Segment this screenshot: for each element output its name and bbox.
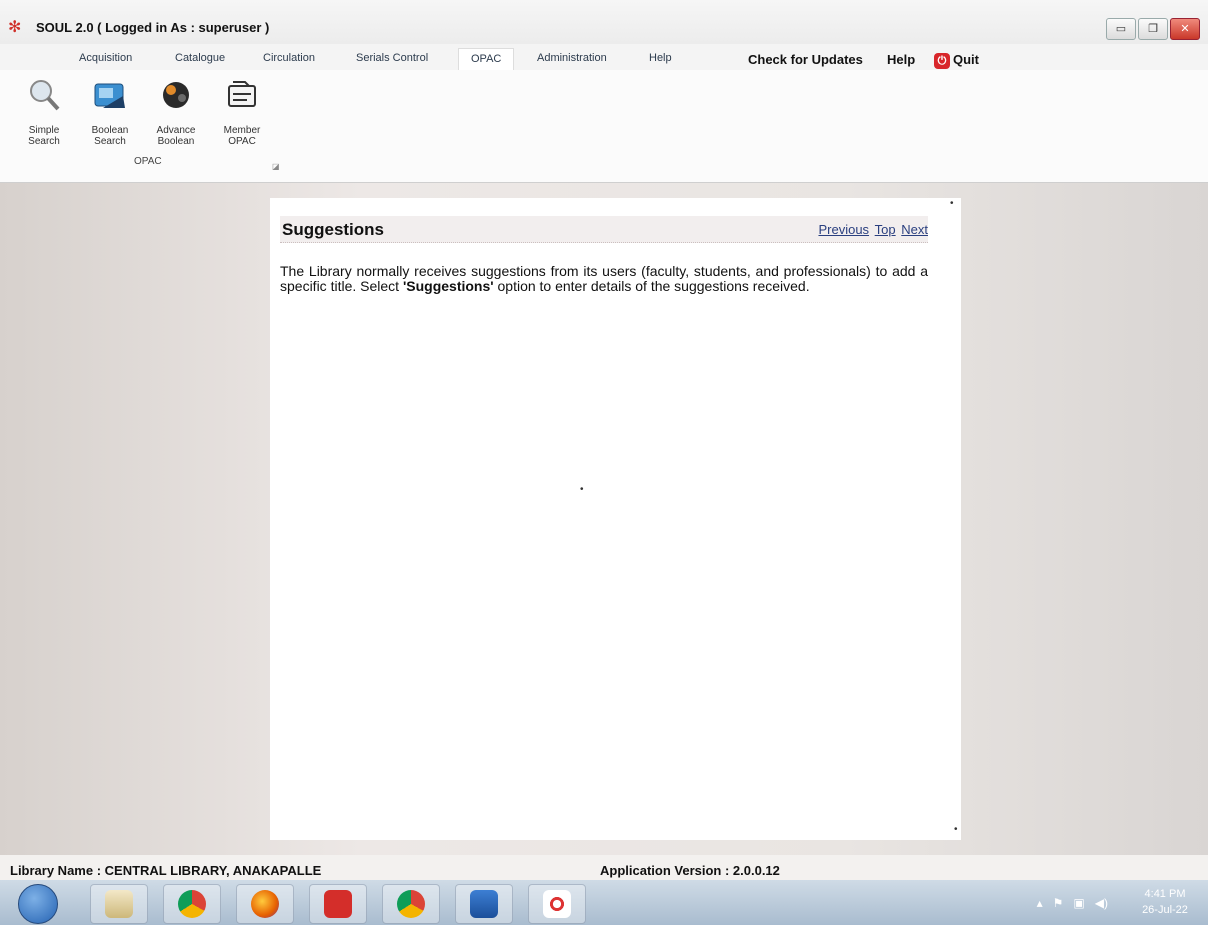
quit-label: Quit: [953, 52, 979, 67]
taskbar: ▴ ⚑ ▣ ◀) 4:41 PM 26-Jul-22: [0, 880, 1208, 925]
ribbon: Simple Search Boolean Search Advance Boo…: [0, 70, 1208, 183]
taskbar-app-word[interactable]: [455, 884, 513, 924]
ribbon-group-label: OPAC: [134, 156, 162, 167]
start-button[interactable]: [18, 884, 58, 924]
advance-boolean-label: Advance Boolean: [156, 125, 196, 147]
clock-time: 4:41 PM: [1144, 888, 1186, 900]
soul-app-icon: [543, 890, 571, 918]
application-version: Application Version : 2.0.0.12: [600, 863, 780, 878]
boolean-search-button[interactable]: Boolean Search: [86, 78, 134, 147]
clock-date: 26-Jul-22: [1142, 904, 1188, 916]
magnifier-icon: [30, 80, 60, 111]
tab-help[interactable]: Help: [649, 52, 672, 64]
member-opac-button[interactable]: Member OPAC: [218, 78, 266, 147]
taskbar-app-chrome-2[interactable]: [382, 884, 440, 924]
clock[interactable]: 4:41 PM 26-Jul-22: [1130, 886, 1200, 918]
taskbar-app-pdf[interactable]: [309, 884, 367, 924]
resize-dot: •: [950, 198, 954, 209]
previous-link[interactable]: Previous: [818, 222, 869, 237]
word-icon: [470, 890, 498, 918]
tab-catalogue[interactable]: Catalogue: [175, 52, 225, 64]
window-controls: ▭ ❐ ✕: [1106, 18, 1200, 40]
next-link[interactable]: Next: [901, 222, 928, 237]
member-opac-icon: [228, 81, 256, 107]
soul-app-icon: ✻: [8, 19, 22, 36]
page-title: Suggestions: [282, 220, 385, 239]
resize-dot: •: [954, 824, 958, 835]
close-icon[interactable]: ✕: [1170, 18, 1200, 40]
volume-icon[interactable]: ◀): [1095, 896, 1108, 910]
boolean-search-icon: [94, 83, 125, 108]
check-updates-button[interactable]: Check for Updates: [748, 52, 863, 67]
minimize-icon[interactable]: ▭: [1106, 18, 1136, 40]
status-bar: Library Name : CENTRAL LIBRARY, ANAKAPAL…: [0, 855, 1208, 880]
pdf-reader-icon: [324, 890, 352, 918]
top-link[interactable]: Top: [875, 222, 896, 237]
group-launcher-icon[interactable]: ◪: [272, 162, 280, 171]
title-bar: ✻ SOUL 2.0 ( Logged in As : superuser ) …: [0, 0, 1208, 44]
tab-circulation[interactable]: Circulation: [263, 52, 315, 64]
chrome-app-icon: [397, 890, 425, 918]
help-panel: Suggestions Previous Top Next The Librar…: [270, 198, 961, 840]
help-heading-bar: Suggestions Previous Top Next: [280, 216, 928, 243]
power-icon: ⏻: [934, 53, 950, 69]
help-nav: Previous Top Next: [816, 222, 928, 237]
help-body-text: The Library normally receives suggestion…: [280, 264, 928, 294]
advance-boolean-icon: [163, 82, 189, 108]
tab-acquisition[interactable]: Acquisition: [79, 52, 132, 64]
simple-search-label: Simple Search: [28, 125, 60, 147]
system-tray: ▴ ⚑ ▣ ◀): [1037, 896, 1108, 910]
firefox-icon: [251, 890, 279, 918]
tab-administration[interactable]: Administration: [537, 52, 607, 64]
maximize-icon[interactable]: ❐: [1138, 18, 1168, 40]
taskbar-app-soul[interactable]: [528, 884, 586, 924]
body-text-end: option to enter details of the suggestio…: [493, 278, 810, 294]
simple-search-button[interactable]: Simple Search: [20, 78, 68, 147]
taskbar-app-chrome[interactable]: [163, 884, 221, 924]
taskbar-app-firefox[interactable]: [236, 884, 294, 924]
boolean-search-label: Boolean Search: [91, 125, 129, 147]
window-title: SOUL 2.0 ( Logged in As : superuser ): [36, 20, 270, 35]
taskbar-app-explorer[interactable]: [90, 884, 148, 924]
network-icon[interactable]: ▣: [1073, 896, 1084, 910]
quit-button[interactable]: ⏻ Quit: [934, 52, 979, 69]
advance-boolean-button[interactable]: Advance Boolean: [152, 78, 200, 147]
show-hidden-icon[interactable]: ▴: [1037, 896, 1043, 910]
suggestions-term: 'Suggestions': [402, 278, 494, 294]
chrome-icon: [178, 890, 206, 918]
file-explorer-icon: [105, 890, 133, 918]
tab-serials-control[interactable]: Serials Control: [356, 52, 428, 64]
library-name: Library Name : CENTRAL LIBRARY, ANAKAPAL…: [10, 863, 322, 878]
help-button[interactable]: Help: [887, 52, 915, 67]
member-opac-label: Member OPAC: [223, 125, 261, 147]
flag-icon[interactable]: ⚑: [1053, 896, 1064, 910]
menu-bar: Acquisition Catalogue Circulation Serial…: [0, 44, 1208, 73]
cursor-dot: •: [580, 484, 584, 495]
